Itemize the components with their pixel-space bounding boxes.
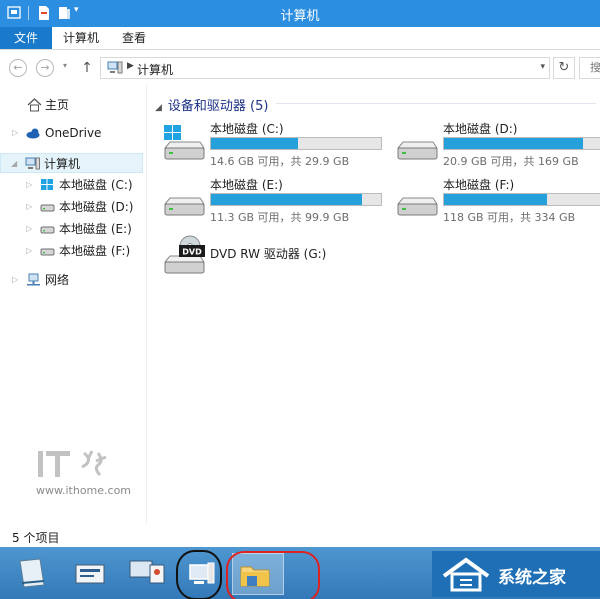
drive-free-space: 20.9 GB 可用，共 169 GB bbox=[443, 155, 579, 168]
drive-usage-fill bbox=[211, 194, 363, 205]
drive-tile-e[interactable]: 本地磁盘 (E:) 11.3 GB 可用，共 99.9 GB bbox=[162, 176, 392, 226]
nav-item-label: 本地磁盘 (D:) bbox=[59, 200, 134, 214]
drive-name: 本地磁盘 (F:) bbox=[443, 178, 515, 192]
drive-usage-bar bbox=[443, 137, 600, 150]
drive-free-space: 14.6 GB 可用，共 29.9 GB bbox=[210, 155, 350, 168]
group-header[interactable]: ◢ 设备和驱动器 (5) bbox=[155, 95, 268, 114]
item-count: 5 个项目 bbox=[12, 531, 60, 545]
hard-drive-icon bbox=[395, 122, 439, 166]
drive-tile-dvd[interactable]: DVD DVD RW 驱动器 (G:) bbox=[162, 232, 392, 282]
recent-locations-chevron-icon[interactable]: ▾ bbox=[63, 61, 73, 70]
expand-chevron-icon[interactable]: ▷ bbox=[26, 219, 32, 239]
pane-divider[interactable] bbox=[146, 85, 147, 525]
nav-item-label: OneDrive bbox=[45, 126, 102, 140]
taskbar-remote-desktop-button[interactable] bbox=[124, 553, 168, 595]
nav-item-drive-c[interactable]: ▷ 本地磁盘 (C:) bbox=[0, 175, 146, 195]
nav-item-onedrive[interactable]: ▷ OneDrive bbox=[0, 123, 146, 143]
drive-name: DVD RW 驱动器 (G:) bbox=[210, 247, 327, 261]
nav-item-label: 本地磁盘 (C:) bbox=[59, 178, 133, 192]
drive-usage-bar bbox=[210, 193, 382, 206]
address-dropdown-chevron-icon[interactable]: ▾ bbox=[540, 62, 545, 72]
hard-drive-icon bbox=[40, 222, 55, 236]
nav-item-home[interactable]: 主页 bbox=[0, 95, 146, 115]
tab-view[interactable]: 查看 bbox=[114, 27, 154, 49]
hard-drive-icon bbox=[395, 178, 439, 222]
expand-chevron-icon[interactable]: ▷ bbox=[26, 241, 32, 261]
site-logo-text: 系统之家 bbox=[498, 568, 566, 588]
drive-usage-bar bbox=[210, 137, 382, 150]
expand-chevron-icon[interactable]: ▷ bbox=[12, 270, 18, 290]
status-bar: 5 个项目 bbox=[0, 525, 600, 547]
site-logo: 系统之家 bbox=[432, 551, 600, 597]
nav-item-network[interactable]: ▷ 网络 bbox=[0, 270, 146, 290]
drive-usage-fill bbox=[444, 138, 584, 149]
nav-item-drive-e[interactable]: ▷ 本地磁盘 (E:) bbox=[0, 219, 146, 239]
annotation-circle-black bbox=[176, 550, 222, 599]
drive-usage-fill bbox=[211, 138, 298, 149]
windows-drive-icon bbox=[40, 178, 55, 192]
window-title: 计算机 bbox=[280, 9, 320, 24]
group-title: 设备和驱动器 (5) bbox=[167, 99, 269, 114]
drive-free-space: 11.3 GB 可用，共 99.9 GB bbox=[210, 211, 350, 224]
back-button[interactable]: ← bbox=[9, 59, 27, 77]
collapse-chevron-icon[interactable]: ◢ bbox=[11, 154, 17, 174]
hard-drive-icon bbox=[40, 244, 55, 258]
nav-item-label: 本地磁盘 (E:) bbox=[59, 222, 132, 236]
nav-item-label: 主页 bbox=[45, 98, 70, 112]
expand-chevron-icon[interactable]: ▷ bbox=[26, 175, 32, 195]
nav-item-computer[interactable]: ◢ 计算机 bbox=[0, 153, 143, 173]
drive-usage-fill bbox=[444, 194, 547, 205]
drive-name: 本地磁盘 (C:) bbox=[210, 122, 284, 136]
house-logo-icon bbox=[442, 557, 490, 592]
nav-item-label: 计算机 bbox=[44, 157, 81, 171]
computer-icon bbox=[107, 61, 123, 75]
breadcrumb-computer[interactable]: 计算机 bbox=[137, 61, 173, 78]
annotation-circle-red bbox=[226, 551, 320, 599]
drive-free-space: 118 GB 可用，共 334 GB bbox=[443, 211, 576, 224]
drive-name: 本地磁盘 (D:) bbox=[443, 122, 518, 136]
expand-chevron-icon[interactable]: ▷ bbox=[12, 123, 18, 143]
drive-tile-f[interactable]: 本地磁盘 (F:) 118 GB 可用，共 334 GB bbox=[395, 176, 600, 226]
collapse-group-chevron-icon[interactable]: ◢ bbox=[155, 103, 162, 113]
forward-button[interactable]: → bbox=[36, 59, 54, 77]
taskbar-notepad-button[interactable] bbox=[10, 553, 54, 595]
windows-drive-icon bbox=[162, 122, 206, 166]
tab-computer[interactable]: 计算机 bbox=[56, 27, 106, 49]
nav-item-label: 网络 bbox=[45, 273, 70, 287]
drive-tile-c[interactable]: 本地磁盘 (C:) 14.6 GB 可用，共 29.9 GB bbox=[162, 120, 392, 170]
breadcrumb-separator-icon[interactable]: ▶ bbox=[127, 61, 134, 71]
tab-file[interactable]: 文件 bbox=[0, 27, 52, 49]
group-divider bbox=[276, 103, 596, 104]
home-icon bbox=[27, 98, 42, 112]
expand-chevron-icon[interactable]: ▷ bbox=[26, 197, 32, 217]
dvd-drive-icon: DVD bbox=[162, 234, 206, 278]
title-bar: ▾ 计算机 bbox=[0, 0, 600, 27]
address-bar[interactable]: ▶ 计算机 ▾ bbox=[100, 57, 550, 79]
hard-drive-icon bbox=[162, 178, 206, 222]
watermark-url: www.ithome.com bbox=[36, 484, 132, 497]
up-button[interactable]: ↑ bbox=[80, 59, 94, 77]
drive-usage-bar bbox=[443, 193, 600, 206]
nav-item-drive-d[interactable]: ▷ 本地磁盘 (D:) bbox=[0, 197, 146, 217]
search-input[interactable]: 搜 bbox=[579, 57, 600, 79]
svg-text:DVD: DVD bbox=[182, 248, 202, 257]
cloud-icon bbox=[26, 126, 41, 140]
ribbon: 文件 计算机 查看 bbox=[0, 27, 600, 50]
network-icon bbox=[26, 273, 41, 287]
drive-name: 本地磁盘 (E:) bbox=[210, 178, 283, 192]
nav-item-label: 本地磁盘 (F:) bbox=[59, 244, 131, 258]
nav-item-drive-f[interactable]: ▷ 本地磁盘 (F:) bbox=[0, 241, 146, 261]
refresh-button[interactable]: ↻ bbox=[553, 57, 575, 79]
taskbar-control-panel-button[interactable] bbox=[68, 553, 112, 595]
computer-icon bbox=[25, 157, 40, 171]
hard-drive-icon bbox=[40, 200, 55, 214]
drive-tile-d[interactable]: 本地磁盘 (D:) 20.9 GB 可用，共 169 GB bbox=[395, 120, 600, 170]
